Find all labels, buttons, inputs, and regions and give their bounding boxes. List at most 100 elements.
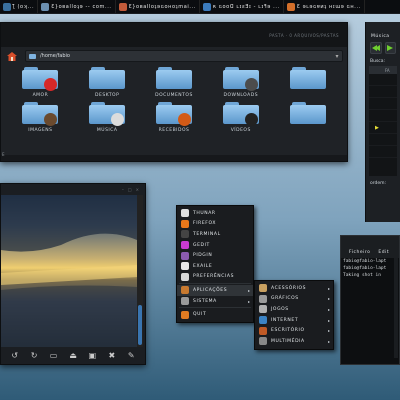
received-icon xyxy=(155,102,192,126)
menu-item-label: gedit xyxy=(193,242,210,248)
window-icon xyxy=(286,2,295,11)
delete-icon[interactable]: ✖ xyxy=(107,350,117,360)
image-viewer-titlebar[interactable]: – □ × xyxy=(1,184,145,194)
menu-item-5[interactable]: multimédia ▸ xyxy=(255,336,333,347)
menu-item-label: jogos xyxy=(271,306,289,312)
menu-file[interactable]: Ficheiro xyxy=(349,250,370,255)
playlist-row[interactable] xyxy=(369,86,397,98)
taskbar-item[interactable]: Ɛ}oʙalloʇɘ -- com... xyxy=(38,0,116,13)
menu-item-6[interactable]: preferências xyxy=(177,272,253,283)
multimedia-icon xyxy=(259,337,267,346)
firefox-icon xyxy=(181,219,189,228)
chevron-down-icon[interactable]: ▾ xyxy=(332,51,342,61)
sunset-photo xyxy=(1,195,137,347)
rotate-left-icon[interactable]: ↺ xyxy=(10,350,20,360)
menu-item-label: thunar xyxy=(193,210,216,216)
previous-button[interactable] xyxy=(370,42,382,54)
video-icon xyxy=(222,102,259,126)
file-manager-titlebar[interactable]: PASTA · 0 ARQUIVOS/PASTAS xyxy=(1,23,347,47)
statusbar-text: E xyxy=(2,152,5,157)
menu-item-7[interactable]: aplicações ▸ xyxy=(177,285,253,296)
taskbar-item-label: Ɛ}oʙalloʇɘɢoʜoʇmai... xyxy=(128,3,196,10)
menu-separator xyxy=(179,283,251,285)
playlist-row[interactable] xyxy=(369,110,397,122)
maximize-icon[interactable]: □ xyxy=(128,187,132,192)
playlist[interactable]: FA ▶ xyxy=(369,66,397,176)
menu-item-label: escritório xyxy=(271,328,305,334)
playlist-row[interactable] xyxy=(369,74,397,86)
playlist-row-playing[interactable]: ▶ xyxy=(369,122,397,134)
play-button[interactable] xyxy=(384,42,396,54)
player-controls xyxy=(366,39,400,57)
applications-icon xyxy=(181,286,189,295)
folder-item[interactable]: Recebidos xyxy=(141,102,208,133)
root-menu: thunar firefox terminal gedit pidgin exaile pr… xyxy=(176,205,254,323)
file-manager-title: PASTA · 0 ARQUIVOS/PASTAS xyxy=(269,32,339,38)
path-bar[interactable]: /home/fabio ▾ xyxy=(25,50,343,62)
taskbar-item-label: Ɛ}oʙalloʇɘ -- com... xyxy=(51,3,112,10)
menu-item-label: terminal xyxy=(193,231,221,237)
image-scrollbar[interactable] xyxy=(137,195,143,347)
playlist-row[interactable] xyxy=(369,146,397,158)
menu-item-1[interactable]: gráficos ▸ xyxy=(255,294,333,305)
menu-item-3[interactable]: internet ▸ xyxy=(255,315,333,326)
terminal-menubar: Ficheiro Edit xyxy=(341,236,399,258)
open-icon[interactable]: ⏏ xyxy=(68,350,78,360)
menu-item-3[interactable]: gedit xyxy=(177,240,253,251)
folder-item[interactable] xyxy=(274,67,341,98)
folder-item[interactable]: Música xyxy=(74,102,141,133)
menu-item-1[interactable]: firefox xyxy=(177,219,253,230)
terminal-output[interactable]: fabio@fabio-lapt fabio@fabio-lapt Taking s… xyxy=(341,258,399,279)
menu-item-0[interactable]: thunar xyxy=(177,208,253,219)
folder-item[interactable]: Imagens xyxy=(7,102,74,133)
menu-item-4[interactable]: escritório ▸ xyxy=(255,325,333,336)
terminal-line: fabio@fabio-lapt xyxy=(343,259,387,264)
taskbar-item[interactable]: ʀ ɢooᗡ ʟɪƨƎɪ - ʟɪꟻɘ ... xyxy=(200,0,284,13)
taskbar-item[interactable]: Ɛ ɘʟɘɢɐиʇ ʜɪɯɘ ɢʜ... xyxy=(284,0,365,13)
emblem-icon xyxy=(44,113,58,126)
menu-item-label: pidgin xyxy=(193,253,213,259)
folder-label: Documentos xyxy=(155,93,193,98)
playlist-row[interactable] xyxy=(369,134,397,146)
menu-item-9[interactable]: quit xyxy=(177,309,253,320)
terminal-scrollbar[interactable] xyxy=(394,258,398,358)
emblem-icon xyxy=(44,78,58,91)
folder-item[interactable]: Desktop xyxy=(74,67,141,98)
edit-icon[interactable]: ✎ xyxy=(126,350,136,360)
folder-item[interactable]: Vídeos xyxy=(207,102,274,133)
home-button[interactable] xyxy=(5,50,19,62)
menu-edit[interactable]: Edit xyxy=(378,250,389,255)
taskbar-item[interactable]: Ɛ}oʙalloʇɘɢoʜoʇmai... xyxy=(116,0,200,13)
path-text: /home/fabio xyxy=(40,53,70,59)
menu-item-8[interactable]: sistema ▸ xyxy=(177,296,253,307)
folder-item[interactable]: Downloads xyxy=(207,67,274,98)
image-viewer-window: – □ × ↺ ↻ ▭ ⏏ ▣ ✖ ✎ xyxy=(0,183,146,365)
scrollbar-thumb[interactable] xyxy=(138,305,142,345)
close-icon[interactable]: × xyxy=(136,187,139,192)
graphics-icon xyxy=(259,294,267,303)
menu-item-label: quit xyxy=(193,312,207,318)
folder-label: Vídeos xyxy=(230,128,251,133)
order-label: ordem: xyxy=(370,181,387,186)
folder-item[interactable]: Documentos xyxy=(141,67,208,98)
rotate-right-icon[interactable]: ↻ xyxy=(29,350,39,360)
taskbar-item-label: Ɛ ɘʟɘɢɐиʇ ʜɪɯɘ ɢʜ... xyxy=(296,3,361,10)
folder-item[interactable] xyxy=(274,102,341,133)
desktop-icon xyxy=(89,67,126,89)
taskbar-item[interactable]: ƪ (oʞ... xyxy=(0,0,39,13)
menu-separator xyxy=(179,307,251,309)
fullscreen-icon[interactable]: ▭ xyxy=(49,350,59,360)
folder-label: Recebidos xyxy=(158,128,190,133)
playlist-row[interactable] xyxy=(369,98,397,110)
menu-item-4[interactable]: pidgin xyxy=(177,250,253,261)
menu-item-2[interactable]: terminal xyxy=(177,229,253,240)
minimize-icon[interactable]: – xyxy=(122,187,124,192)
file-manager-toolbar: /home/fabio ▾ xyxy=(1,47,347,65)
menu-item-0[interactable]: acessórios ▸ xyxy=(255,283,333,294)
terminal-icon xyxy=(181,230,189,239)
menu-item-5[interactable]: exaile xyxy=(177,261,253,272)
menu-item-2[interactable]: jogos ▸ xyxy=(255,304,333,315)
folder-item[interactable]: Amor xyxy=(7,67,74,98)
gedit-icon xyxy=(181,241,189,250)
save-icon[interactable]: ▣ xyxy=(87,350,97,360)
